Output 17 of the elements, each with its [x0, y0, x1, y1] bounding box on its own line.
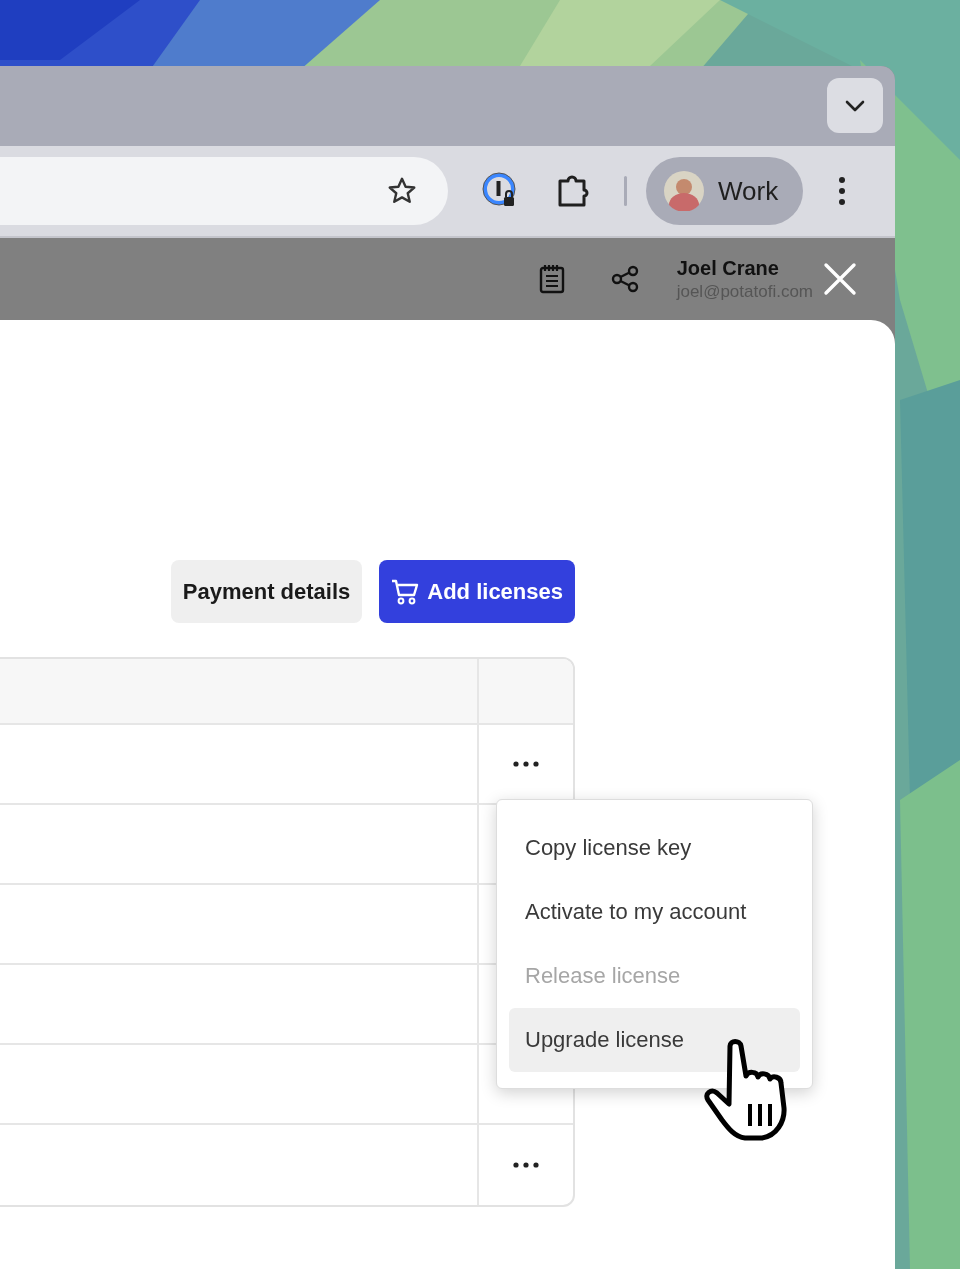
puzzle-piece-icon[interactable]	[556, 174, 590, 208]
menu-item[interactable]: Upgrade license	[509, 1008, 800, 1072]
add-licenses-button[interactable]: Add licenses	[379, 560, 575, 623]
menu-item[interactable]: Copy license key	[509, 816, 800, 880]
chevron-down-icon	[845, 99, 865, 112]
clipboard-icon[interactable]	[538, 264, 565, 294]
close-icon[interactable]	[823, 262, 857, 296]
more-icon	[513, 761, 539, 767]
cart-icon	[391, 577, 420, 606]
kebab-menu-icon[interactable]	[838, 176, 847, 206]
share-icon[interactable]	[610, 265, 639, 293]
user-name: Joel Crane	[676, 256, 780, 281]
more-icon	[513, 1162, 539, 1168]
avatar-icon	[664, 171, 704, 211]
profile-button[interactable]: Work	[646, 157, 804, 225]
payment-details-button[interactable]: Payment details	[170, 560, 363, 623]
menu-item[interactable]: Activate to my account	[509, 880, 800, 944]
